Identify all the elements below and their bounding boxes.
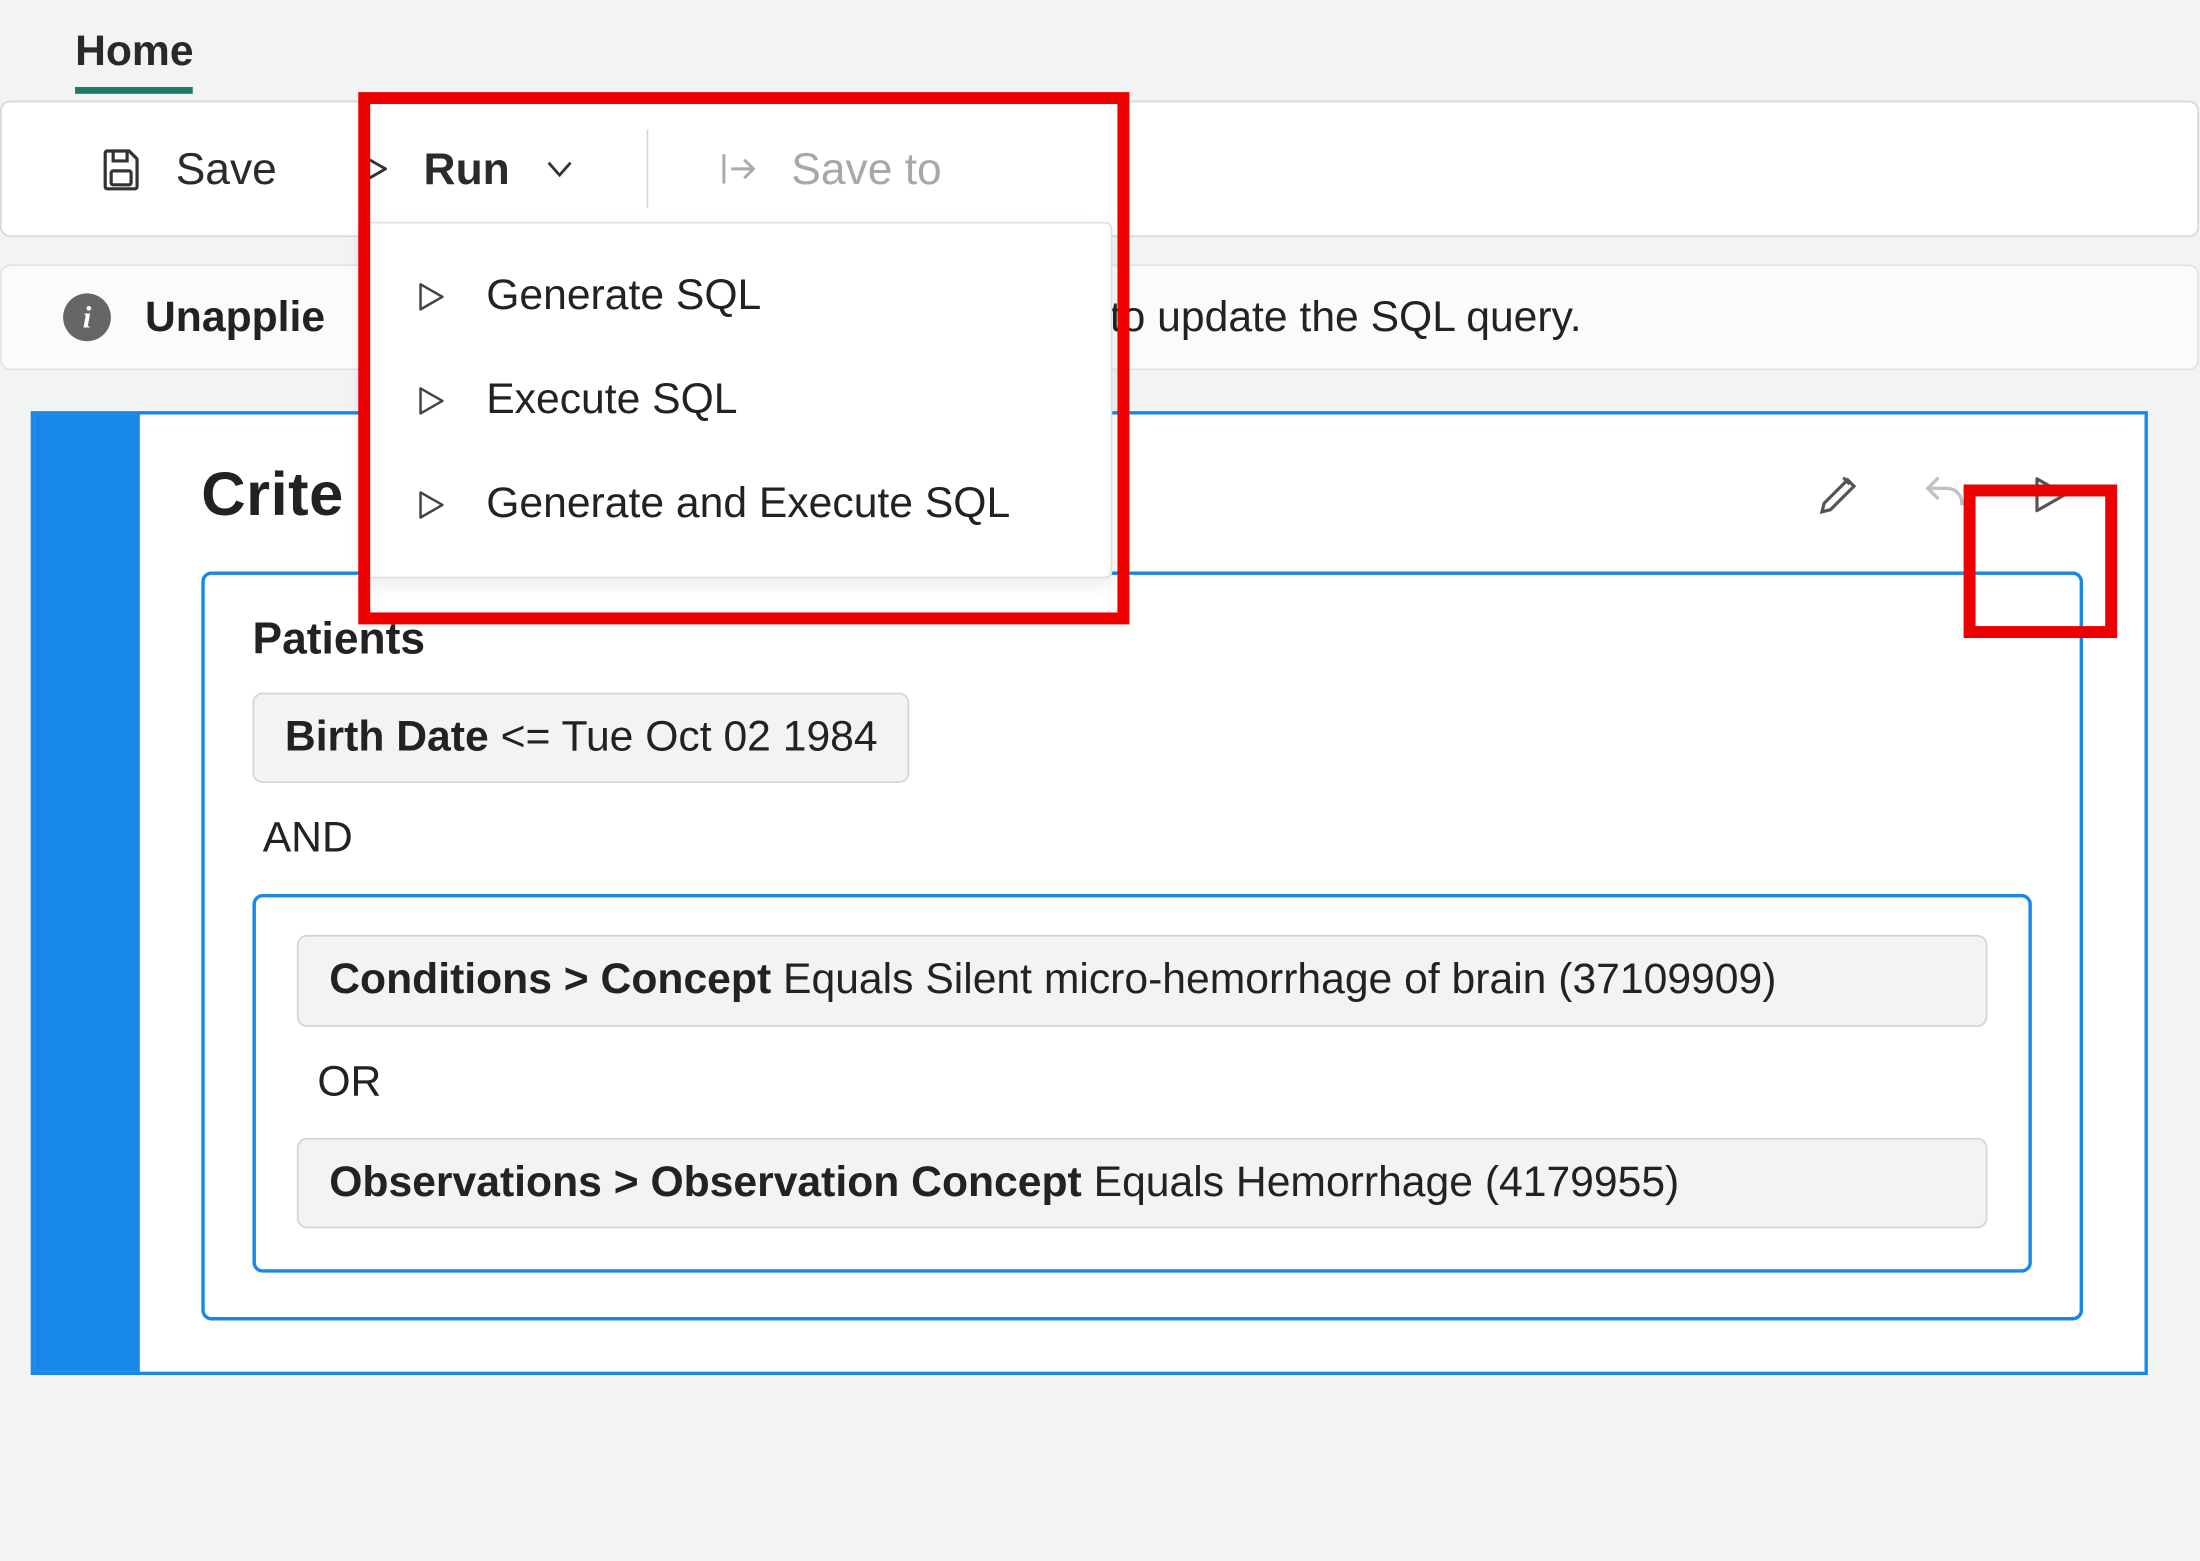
chip-field: Conditions > Concept	[329, 956, 771, 1004]
criteria-stripe	[34, 415, 140, 1372]
chip-op: <=	[501, 713, 551, 761]
save-label: Save	[176, 142, 277, 195]
menu-item-generate-execute-sql[interactable]: Generate and Execute SQL	[363, 452, 1110, 556]
chip-op: Equals	[783, 956, 913, 1004]
chip-op: Equals	[1094, 1158, 1224, 1206]
play-icon	[411, 277, 449, 315]
criteria-subgroup: Conditions > Concept Equals Silent micro…	[252, 894, 2031, 1272]
logic-and: AND	[263, 814, 2032, 863]
toolbar: Save Run	[0, 101, 2199, 237]
filter-chip-condition[interactable]: Conditions > Concept Equals Silent micro…	[297, 935, 1988, 1026]
menu-item-label: Generate and Execute SQL	[486, 479, 1010, 528]
play-icon	[411, 485, 449, 523]
filter-chip-birthdate[interactable]: Birth Date <= Tue Oct 02 1984	[252, 693, 910, 784]
edit-icon[interactable]	[1813, 469, 1864, 520]
chip-value: Hemorrhage (4179955)	[1236, 1158, 1679, 1206]
save-to-button[interactable]: Save to	[709, 129, 948, 209]
save-to-label: Save to	[791, 142, 941, 195]
info-suffix: L to update the SQL query.	[1076, 293, 1582, 342]
chevron-down-icon	[540, 150, 578, 188]
play-icon	[352, 148, 393, 189]
undo-icon[interactable]	[1919, 469, 1970, 520]
toolbar-divider	[646, 130, 648, 208]
menu-item-label: Execute SQL	[486, 375, 737, 424]
play-icon[interactable]	[2025, 471, 2073, 519]
info-prefix: Unapplie	[145, 293, 325, 342]
menu-item-label: Generate SQL	[486, 271, 761, 320]
run-dropdown: Generate SQL Execute SQL Generate and Ex…	[362, 222, 1113, 579]
chip-value: Tue Oct 02 1984	[561, 713, 877, 761]
chip-field: Observations > Observation Concept	[329, 1158, 1082, 1206]
menu-item-execute-sql[interactable]: Execute SQL	[363, 348, 1110, 452]
play-icon	[411, 381, 449, 419]
save-button[interactable]: Save	[90, 129, 283, 209]
run-button[interactable]: Run	[345, 129, 585, 209]
tabs-row: Home	[0, 0, 2199, 94]
run-label: Run	[424, 142, 510, 195]
criteria-filter-box: Patients Birth Date <= Tue Oct 02 1984 A…	[201, 572, 2083, 1321]
chip-value: Silent micro-hemorrhage of brain (371099…	[925, 956, 1776, 1004]
filter-chip-observation[interactable]: Observations > Observation Concept Equal…	[297, 1137, 1988, 1228]
tab-home[interactable]: Home	[75, 27, 194, 94]
info-icon: i	[63, 293, 111, 341]
criteria-title: Crite	[201, 459, 344, 531]
save-icon	[97, 145, 145, 193]
menu-item-generate-sql[interactable]: Generate SQL	[363, 244, 1110, 348]
logic-or: OR	[317, 1057, 1987, 1106]
patients-label: Patients	[252, 612, 2031, 665]
export-icon	[716, 147, 760, 191]
chip-field: Birth Date	[285, 713, 489, 761]
